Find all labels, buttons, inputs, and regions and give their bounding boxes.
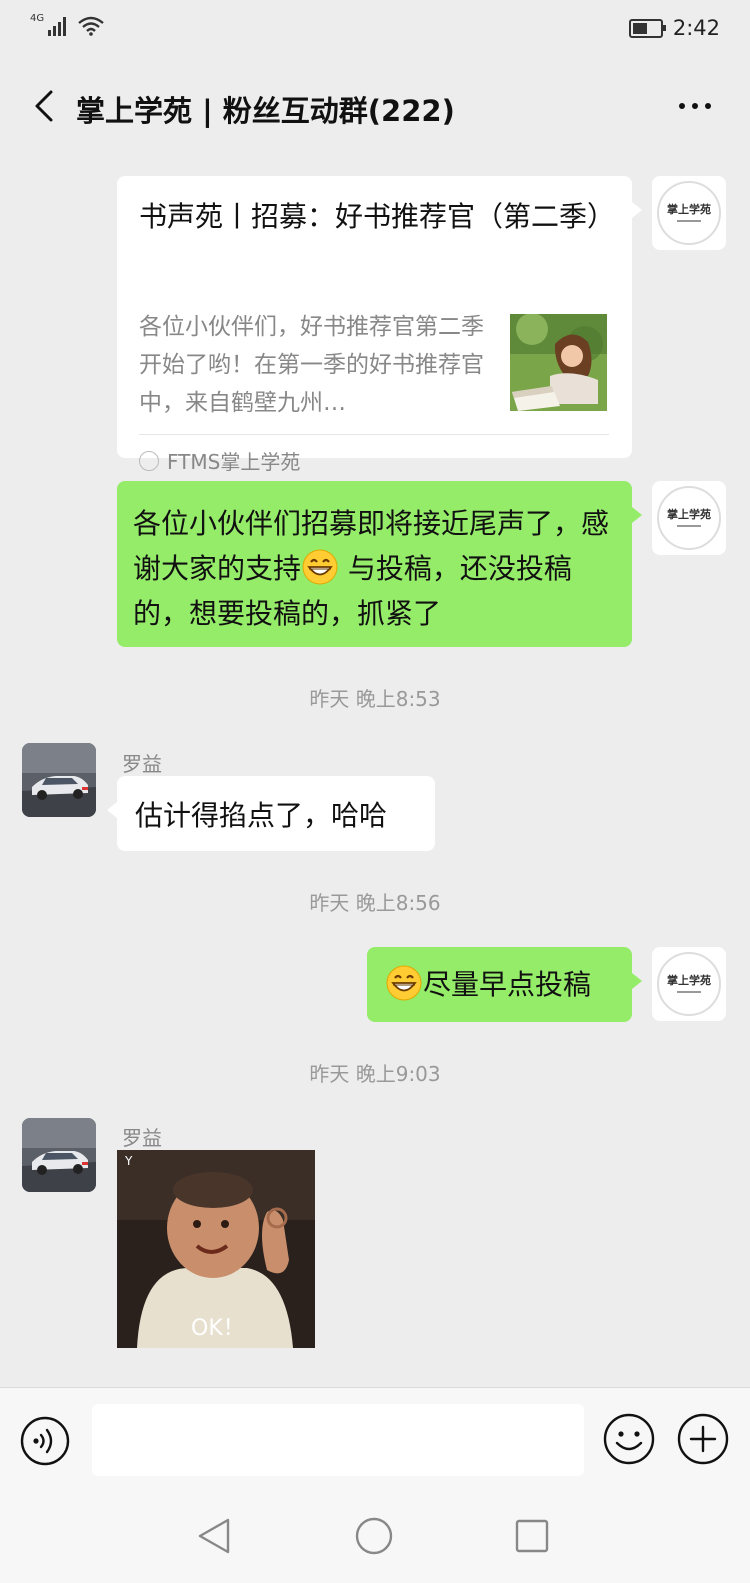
voice-icon[interactable] (20, 1416, 70, 1466)
signal-icon (48, 16, 67, 36)
avatar[interactable]: 掌上学苑 (652, 947, 726, 1021)
avatar[interactable]: 掌上学苑 (652, 176, 726, 250)
message-bubble[interactable]: 各位小伙伴们招募即将接近尾声了，感谢大家的支持 与投稿，还没投稿的，想要投稿的，… (117, 481, 642, 647)
message-bubble[interactable]: 估计得掐点了，哈哈 (107, 776, 435, 851)
status-right: 2:42 (628, 16, 720, 40)
sender-name: 罗益 (122, 1126, 162, 1150)
divider (139, 434, 609, 435)
timestamp: 昨天 晚上8:53 (309, 687, 441, 711)
more-button[interactable] (670, 88, 720, 124)
avatar[interactable]: 掌上学苑 (652, 481, 726, 555)
message-text: 尽量早点投稿 (423, 968, 592, 1001)
input-bar (0, 1387, 750, 1488)
timestamp: 昨天 晚上8:56 (309, 891, 441, 915)
system-back-icon[interactable] (196, 1516, 232, 1556)
status-bar: 4G 2:42 (0, 0, 750, 62)
sticker-corner-label: Y (125, 1154, 133, 1168)
more-icon (679, 103, 685, 109)
status-left: 4G (30, 13, 104, 36)
message-list[interactable]: 掌上学苑 书声苑丨招募：好书推荐官（第二季） 各位小伙伴们，好书推荐官第二季开始… (0, 152, 750, 1387)
grin-emoji-icon (386, 965, 422, 1001)
card-description: 各位小伙伴们，好书推荐官第二季开始了哟！在第一季的好书推荐官中，来自鹤壁九州… (139, 314, 484, 416)
sticker-message[interactable]: Y OK！ (117, 1150, 315, 1348)
chat-header: 掌上学苑 | 粉丝互动群(222) (0, 62, 750, 152)
timestamp: 昨天 晚上9:03 (309, 1062, 441, 1086)
avatar[interactable] (22, 1118, 96, 1192)
message-bubble[interactable]: 尽量早点投稿 (367, 947, 642, 1022)
system-navigation-bar (0, 1488, 750, 1583)
chevron-left-icon (35, 90, 53, 122)
emoji-icon[interactable] (602, 1412, 656, 1466)
wifi-icon (78, 16, 104, 36)
message-text: 估计得掐点了，哈哈 (135, 799, 388, 832)
system-home-icon[interactable] (354, 1516, 394, 1556)
sender-name: 罗益 (122, 752, 162, 776)
source-logo-icon (139, 450, 159, 471)
card-title: 书声苑丨招募：好书推荐官（第二季） (139, 200, 616, 233)
sticker-caption: OK！ (191, 1316, 245, 1341)
logo-text: 掌上学苑 (667, 203, 711, 217)
card-source: FTMS掌上学苑 (139, 446, 300, 475)
battery-icon (628, 18, 666, 38)
system-recents-icon[interactable] (514, 1518, 550, 1554)
plus-icon[interactable] (676, 1412, 730, 1466)
card-thumbnail (510, 314, 607, 411)
network-label: 4G (30, 13, 45, 24)
back-button[interactable] (22, 84, 66, 128)
chat-title: 掌上学苑 | 粉丝互动群(222) (76, 94, 455, 128)
article-card[interactable]: 书声苑丨招募：好书推荐官（第二季） 各位小伙伴们，好书推荐官第二季开始了哟！在第… (117, 176, 642, 474)
clock: 2:42 (672, 16, 720, 40)
avatar[interactable] (22, 743, 96, 817)
grin-emoji-icon (302, 549, 338, 585)
card-source-label: FTMS掌上学苑 (167, 450, 301, 474)
message-input[interactable] (92, 1404, 584, 1476)
